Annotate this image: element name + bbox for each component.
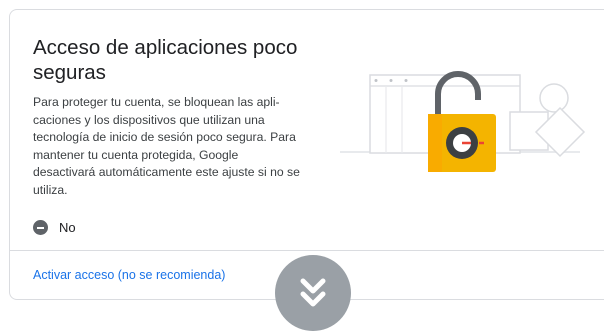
enable-access-link[interactable]: Activar acceso (no se recomienda) <box>33 268 225 282</box>
padlock-illustration <box>340 71 586 172</box>
minus-circle-icon <box>33 220 48 235</box>
card-title: Acceso de aplicaciones poco seguras <box>33 36 298 84</box>
status-row: No <box>33 220 76 235</box>
status-label: No <box>59 220 76 235</box>
card-divider <box>10 250 604 251</box>
padlock-body-shade <box>428 114 442 172</box>
card-description: Para proteger tu cuenta, se bloquean las… <box>33 95 300 197</box>
window-dot-1 <box>374 79 378 82</box>
double-chevron-down-icon <box>300 278 326 307</box>
window-dot-3 <box>404 79 408 82</box>
window-dot-2 <box>389 79 393 82</box>
scroll-down-button[interactable] <box>275 255 351 331</box>
circle-shape <box>539 83 569 113</box>
